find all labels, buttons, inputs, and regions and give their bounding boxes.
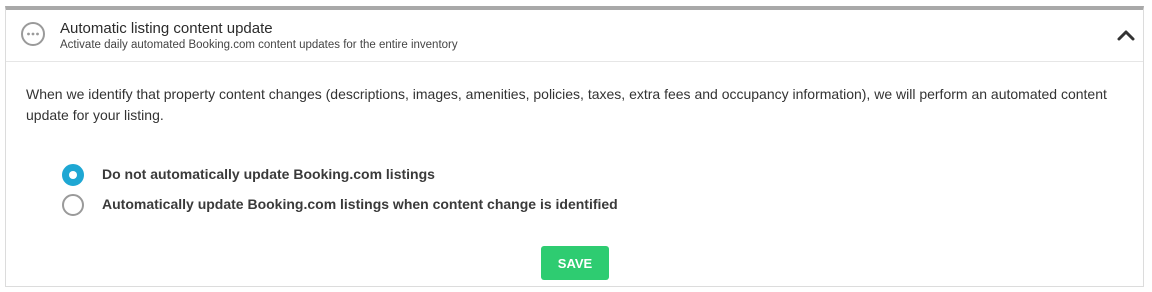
settings-panel: Automatic listing content update Activat… — [5, 6, 1144, 287]
panel-header[interactable]: Automatic listing content update Activat… — [6, 10, 1143, 62]
panel-subtitle: Activate daily automated Booking.com con… — [60, 39, 458, 51]
panel-title: Automatic listing content update — [60, 20, 273, 37]
option-label: Automatically update Booking.com listing… — [102, 196, 618, 212]
description-text: When we identify that property content c… — [26, 86, 1107, 123]
radio-button-selected[interactable] — [62, 164, 84, 186]
ellipsis-circle-icon — [21, 22, 45, 46]
radio-button[interactable] — [62, 194, 84, 216]
chevron-up-icon[interactable] — [1115, 26, 1137, 44]
save-button[interactable]: SAVE — [541, 246, 609, 280]
option-label: Do not automatically update Booking.com … — [102, 166, 435, 182]
